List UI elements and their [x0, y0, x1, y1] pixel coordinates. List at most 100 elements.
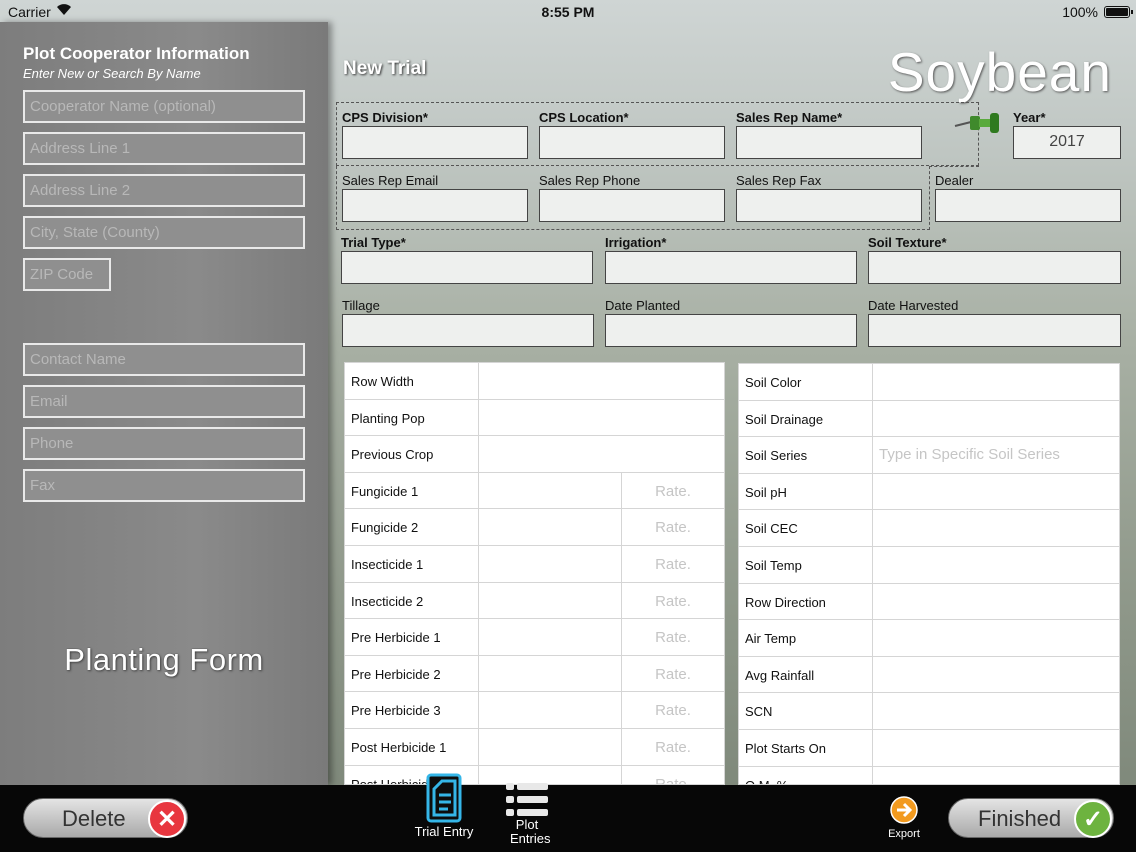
date-planted-field[interactable]	[605, 314, 857, 347]
export-button[interactable]: Export	[884, 795, 924, 840]
tillage-field[interactable]	[342, 314, 594, 347]
table-row: Row Direction	[739, 583, 1119, 621]
rate-field[interactable]: Rate.	[622, 666, 724, 683]
rate-field[interactable]: Rate.	[622, 519, 724, 536]
table-row: Soil Drainage	[739, 400, 1119, 438]
value-cell[interactable]	[479, 436, 724, 472]
value-cell[interactable]	[873, 401, 1119, 437]
rate-field[interactable]: Rate.	[622, 776, 724, 784]
dealer-field[interactable]	[935, 189, 1121, 222]
delete-button[interactable]: Delete ✕	[23, 798, 188, 838]
address-line-1-input[interactable]	[23, 132, 305, 165]
delete-label: Delete	[62, 806, 126, 831]
table-row: Pre Herbicide 3 Rate.	[345, 692, 724, 729]
table-row: Plot Starts On	[739, 730, 1119, 767]
sales-rep-email-field[interactable]	[342, 189, 528, 222]
contact-name-input[interactable]	[23, 343, 305, 376]
rate-field[interactable]: Rate.	[622, 739, 724, 756]
value-cell[interactable]	[873, 510, 1119, 546]
dealer-label: Dealer	[935, 173, 974, 188]
year-field[interactable]: 2017	[1013, 126, 1121, 159]
rate-field[interactable]: Rate.	[622, 593, 724, 610]
table-row: Post Herbicide 1 Rate.	[345, 729, 724, 766]
fax-input[interactable]	[23, 469, 305, 502]
row-label: Plot Starts On	[745, 741, 826, 756]
address-line-2-input[interactable]	[23, 174, 305, 207]
cps-location-label: CPS Location*	[539, 110, 629, 125]
cps-location-field[interactable]	[539, 126, 725, 159]
rate-field[interactable]: Rate.	[622, 629, 724, 646]
sales-rep-name-label: Sales Rep Name*	[736, 110, 843, 125]
value-cell[interactable]	[873, 620, 1119, 656]
tab-trial-entry[interactable]: Trial Entry	[409, 773, 479, 839]
crop-title: Soybean	[887, 41, 1112, 103]
document-icon	[426, 773, 462, 823]
sales-rep-phone-field[interactable]	[539, 189, 725, 222]
phone-input[interactable]	[23, 427, 305, 460]
rate-field[interactable]: Rate.	[622, 702, 724, 719]
row-label: Soil Temp	[745, 558, 802, 573]
finished-label: Finished	[978, 806, 1062, 831]
value-cell[interactable]	[873, 364, 1119, 400]
export-label: Export	[888, 828, 920, 840]
row-label: Insecticide 1	[351, 557, 424, 572]
sales-rep-fax-field[interactable]	[736, 189, 922, 222]
crop-inputs-table: Row Width Planting Pop Previous Crop Fungic…	[344, 362, 725, 785]
value-cell[interactable]	[873, 657, 1119, 693]
row-label: Previous Crop	[351, 447, 434, 463]
email-input[interactable]	[23, 385, 305, 418]
sales-rep-email-label: Sales Rep Email	[342, 173, 439, 188]
row-label: Fungicide 1	[351, 483, 419, 499]
date-planted-label: Date Planted	[605, 298, 681, 313]
row-label: Pre Herbicide 2	[351, 666, 441, 682]
table-row: Soil CEC	[739, 510, 1119, 547]
city-state-input[interactable]	[23, 216, 305, 249]
arrow-right-circle-icon	[890, 796, 918, 824]
trial-entry-label: Trial Entry	[414, 824, 474, 839]
value-cell[interactable]	[873, 730, 1119, 766]
value-cell[interactable]	[873, 547, 1119, 583]
close-circle-icon: ✕	[148, 800, 186, 838]
cooperator-name-input[interactable]	[23, 90, 305, 123]
check-circle-icon: ✓	[1074, 800, 1112, 838]
row-label: Soil CEC	[745, 521, 798, 537]
row-label: SCN	[745, 704, 773, 720]
rate-field[interactable]: Rate.	[622, 483, 724, 500]
trial-type-field[interactable]	[341, 251, 593, 284]
row-label: Post Herbicide 1	[351, 740, 447, 755]
value-cell[interactable]	[873, 474, 1119, 510]
row-label: Avg Rainfall	[745, 667, 815, 683]
trial-type-label: Trial Type*	[341, 235, 406, 250]
finished-button[interactable]: Finished ✓	[948, 798, 1114, 838]
value-cell[interactable]	[873, 767, 1119, 784]
row-label: Insecticide 2	[351, 593, 424, 609]
table-row: SCN	[739, 693, 1119, 730]
rate-field[interactable]: Rate.	[622, 556, 724, 573]
table-row: Avg Rainfall	[739, 656, 1119, 694]
soil-series-placeholder[interactable]: Type in Specific Soil Series	[879, 446, 1060, 463]
zip-code-input[interactable]	[23, 258, 111, 291]
list-icon	[506, 783, 548, 816]
value-cell[interactable]	[873, 693, 1119, 729]
table-row: O.M. %	[739, 766, 1119, 784]
cps-division-field[interactable]	[342, 126, 528, 159]
table-row: Soil pH	[739, 473, 1119, 511]
cooperator-panel: Plot Cooperator Information Enter New or…	[0, 22, 328, 785]
soil-texture-field[interactable]	[868, 251, 1121, 284]
irrigation-field[interactable]	[605, 251, 857, 284]
tab-plot-entries[interactable]: Plot Entries	[498, 781, 556, 846]
bottom-toolbar: Delete ✕ Trial Entry Plot Entries Export…	[0, 773, 1136, 852]
value-cell[interactable]	[479, 400, 724, 436]
table-row: Pre Herbicide 2 Rate.	[345, 655, 724, 693]
cooperator-subtitle: Enter New or Search By Name	[23, 66, 201, 81]
value-cell[interactable]	[873, 584, 1119, 620]
sales-rep-name-field[interactable]	[736, 126, 922, 159]
plot-entries-label: Plot Entries	[510, 817, 551, 846]
tillage-label: Tillage	[342, 298, 380, 313]
row-label: Soil Drainage	[745, 411, 824, 427]
table-row: Soil Color	[739, 364, 1119, 401]
soil-table: Soil Color Soil Drainage Soil Series Type i…	[738, 363, 1120, 785]
value-cell[interactable]	[479, 363, 724, 399]
date-harvested-field[interactable]	[868, 314, 1121, 347]
battery-percentage: 100%	[1062, 4, 1098, 20]
